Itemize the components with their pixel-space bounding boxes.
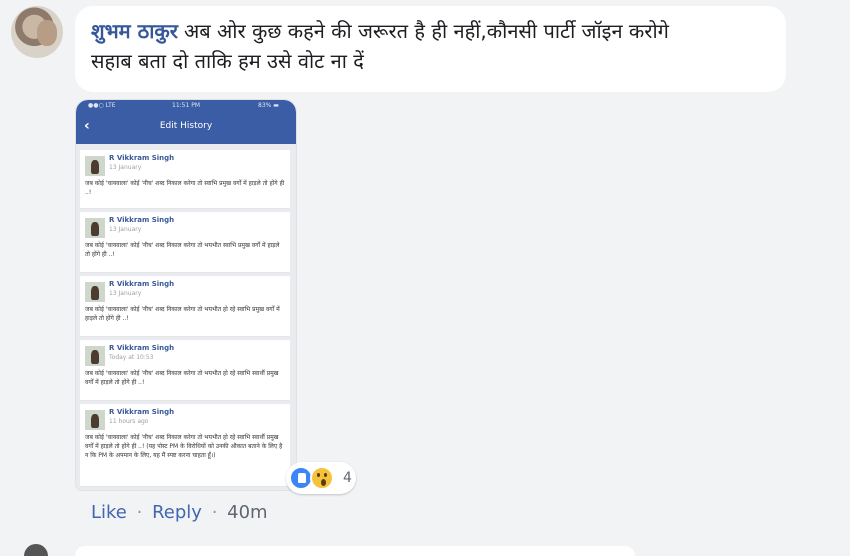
entry-text: जब कोई 'चायवाला' कोई 'नीच' शब्द निकाल कर…: [85, 242, 280, 258]
screenshot-status-bar: ●●○ LTE 11:51 PM 83% ▬: [76, 102, 296, 112]
separator: ·: [136, 502, 143, 523]
entry-avatar: [85, 282, 105, 302]
comment-text-2: सहाब बता दो ताकि हम उसे वोट ना दें: [91, 49, 364, 73]
entry-avatar: [85, 346, 105, 366]
comment-text-1: अब ओर कुछ कहने की जरूरत है ही नहीं,कौनसी…: [183, 19, 669, 43]
entry-date: 11 hours ago: [109, 418, 149, 425]
history-entry: R Vikkram Singh 11 hours ago जब कोई 'चाय…: [80, 404, 290, 487]
comment-bubble: शुभम ठाकुर अब ओर कुछ कहने की जरूरत है ही …: [75, 6, 786, 92]
entry-name: R Vikkram Singh: [109, 408, 175, 416]
like-button[interactable]: Like: [91, 502, 127, 523]
entry-name: R Vikkram Singh: [109, 280, 175, 288]
comment-line-1: शुभम ठाकुर अब ओर कुछ कहने की जरूरत है ही …: [91, 16, 770, 46]
screenshot-title: Edit History: [159, 121, 213, 131]
screenshot-header: ●●○ LTE 11:51 PM 83% ▬ ‹ Edit History: [76, 100, 296, 144]
entry-date: Today at 10:53: [109, 354, 154, 361]
entry-text: जब कोई 'चायवाला' कोई 'नीच' शब्द निकाल कर…: [85, 306, 280, 322]
entry-name: R Vikkram Singh: [109, 216, 175, 224]
entry-text: जब कोई 'चायवाला' कोई 'नीच' शब्द निकाल कर…: [85, 180, 285, 196]
entry-date: 13 January: [109, 164, 142, 171]
commenter-avatar[interactable]: [11, 6, 63, 58]
entry-text: जब कोई 'चायवाला' कोई 'नीच' शब्द निकाल कर…: [85, 370, 279, 386]
wow-icon: [310, 466, 334, 490]
next-comment-avatar[interactable]: [24, 544, 48, 556]
history-entry: R Vikkram Singh Today at 10:53 जब कोई 'च…: [80, 340, 290, 401]
entry-date: 13 January: [109, 290, 142, 297]
entry-name: R Vikkram Singh: [109, 344, 175, 352]
entry-avatar: [85, 218, 105, 238]
entry-name: R Vikkram Singh: [109, 154, 175, 162]
status-signal: ●●○ LTE: [88, 102, 116, 109]
avatar-face: [37, 20, 57, 46]
entry-date: 13 January: [109, 226, 142, 233]
comment-actions: Like · Reply · 40m: [91, 502, 268, 523]
status-time: 11:51 PM: [172, 102, 200, 109]
history-entry: R Vikkram Singh 13 January जब कोई 'चायवा…: [80, 150, 290, 209]
status-battery: 83% ▬: [258, 102, 279, 109]
reply-button[interactable]: Reply: [152, 502, 202, 523]
entry-text: जब कोई 'चायवाला' कोई 'नीच' शब्द निकाल कर…: [85, 434, 283, 459]
reaction-count: 4: [343, 470, 352, 486]
history-entry: R Vikkram Singh 13 January जब कोई 'चायवा…: [80, 212, 290, 273]
comment-timestamp[interactable]: 40m: [227, 502, 267, 523]
next-comment-bubble: [75, 546, 635, 556]
separator: ·: [211, 502, 218, 523]
comment-author[interactable]: शुभम ठाकुर: [91, 19, 178, 43]
entry-avatar: [85, 156, 105, 176]
entry-avatar: [85, 410, 105, 430]
reactions-summary[interactable]: 4: [286, 462, 356, 494]
history-entry: R Vikkram Singh 13 January जब कोई 'चायवा…: [80, 276, 290, 337]
